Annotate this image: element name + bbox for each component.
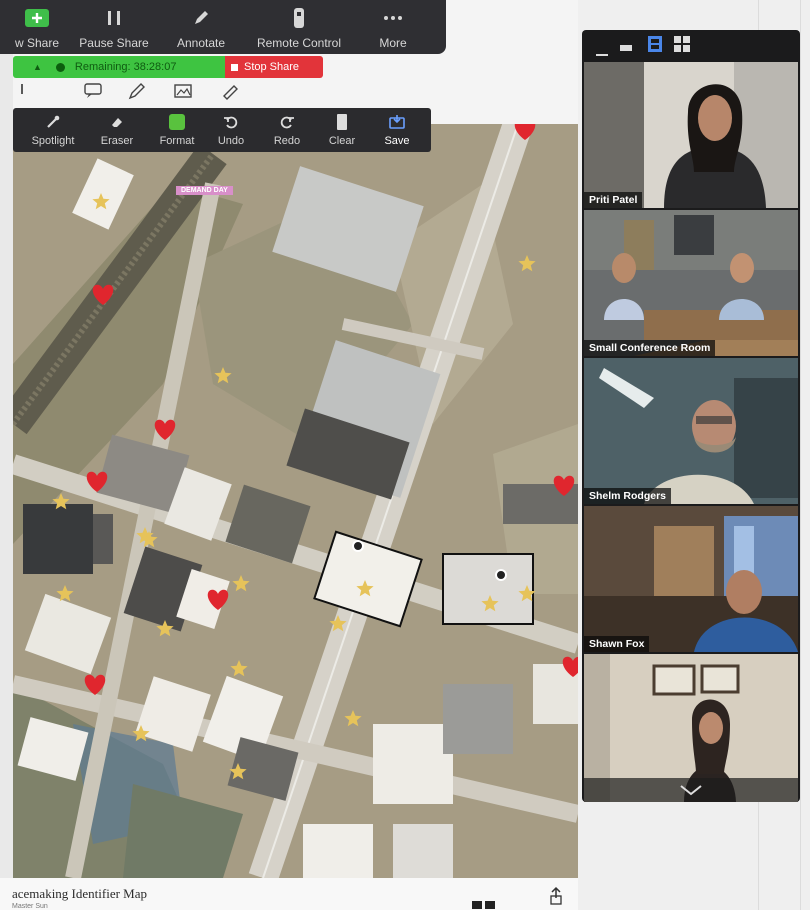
- annotate-button[interactable]: Annotate: [162, 0, 240, 50]
- aerial-map[interactable]: DEMAND DAY: [13, 124, 578, 878]
- speaker-view-icon[interactable]: [648, 36, 662, 57]
- map-label-tag: DEMAND DAY: [176, 186, 233, 195]
- save-button[interactable]: Save: [375, 112, 419, 147]
- participant-tile[interactable]: Priti Patel: [584, 62, 798, 208]
- eraser-icon: [109, 112, 125, 132]
- spotlight-label: Spotlight: [31, 135, 75, 147]
- pause-icon: [104, 5, 124, 31]
- share-status-row: ▲ Remaining: 38:28:07 Stop Share: [13, 56, 323, 78]
- recording-dot-icon: [55, 62, 65, 72]
- stop-share-button[interactable]: Stop Share: [225, 56, 323, 78]
- map-pin-icon: [352, 540, 364, 552]
- save-icon: [388, 112, 406, 132]
- format-label: Format: [159, 135, 195, 147]
- image-edit-icon[interactable]: [173, 82, 195, 105]
- more-dots-icon: [382, 5, 404, 31]
- markup-icon[interactable]: [220, 82, 240, 105]
- save-label: Save: [384, 135, 410, 147]
- annotation-toolbar: Spotlight Eraser Format Undo Redo Clear …: [13, 108, 431, 152]
- gallery-view-icon[interactable]: [674, 36, 690, 57]
- participant-tile[interactable]: [584, 654, 798, 802]
- draw-pen-icon[interactable]: [127, 82, 147, 105]
- map-pin-icon: [495, 569, 507, 581]
- remote-control-icon: [291, 5, 307, 31]
- eraser-button[interactable]: Eraser: [93, 112, 141, 147]
- video-gallery-panel: Priti Patel Small Conference Room Shelm …: [582, 30, 800, 802]
- redo-label: Redo: [273, 135, 301, 147]
- redo-button[interactable]: Redo: [265, 112, 309, 147]
- new-share-label: w Share: [14, 36, 60, 50]
- remaining-text: Remaining: 38:28:07: [74, 61, 177, 73]
- pause-share-label: Pause Share: [79, 36, 149, 50]
- layout-icon[interactable]: [472, 896, 502, 910]
- participant-name: Shawn Fox: [584, 636, 650, 652]
- format-icon: [168, 112, 186, 132]
- clear-icon: [335, 112, 349, 132]
- comment-icon[interactable]: [83, 82, 103, 103]
- clear-button[interactable]: Clear: [320, 112, 364, 147]
- stop-square-icon: [231, 63, 238, 71]
- pencil-icon: [191, 5, 211, 31]
- footer-tools: [472, 886, 572, 910]
- eraser-label: Eraser: [100, 135, 134, 147]
- map-label-tag-text: DEMAND DAY: [181, 187, 228, 194]
- format-button[interactable]: Format: [151, 112, 203, 147]
- participant-name: Shelm Rodgers: [584, 488, 672, 504]
- undo-label: Undo: [217, 135, 245, 147]
- stop-share-label: Stop Share: [244, 61, 300, 73]
- remote-control-label: Remote Control: [256, 36, 342, 50]
- document-tools-row: [15, 78, 435, 106]
- clear-label: Clear: [328, 135, 356, 147]
- document-subtitle: Master Sun: [12, 903, 48, 910]
- spotlight-button[interactable]: Spotlight: [25, 112, 81, 147]
- participant-name: Small Conference Room: [584, 340, 716, 356]
- undo-button[interactable]: Undo: [208, 112, 254, 147]
- participant-tile[interactable]: Shelm Rodgers: [584, 358, 798, 504]
- participant-tile[interactable]: Small Conference Room: [584, 210, 798, 356]
- more-button[interactable]: More: [358, 0, 428, 50]
- new-share-icon: [24, 5, 50, 31]
- collapse-icon: ▲: [33, 62, 42, 72]
- document-title: acemaking Identifier Map: [12, 886, 147, 901]
- more-label: More: [379, 36, 407, 50]
- remote-control-button[interactable]: Remote Control: [240, 0, 358, 50]
- document-left-margin: [0, 0, 13, 910]
- export-icon[interactable]: [548, 886, 564, 910]
- spotlight-icon: [45, 112, 61, 132]
- pause-share-button[interactable]: Pause Share: [66, 0, 162, 50]
- minimize-icon[interactable]: [596, 44, 608, 62]
- thumbnail-view-icon[interactable]: [620, 40, 632, 58]
- participant-tile[interactable]: Shawn Fox: [584, 506, 798, 652]
- remaining-time-pill[interactable]: ▲ Remaining: 38:28:07: [13, 56, 225, 78]
- annotate-label: Annotate: [176, 36, 226, 50]
- new-share-button[interactable]: w Share: [8, 0, 66, 50]
- arrow-back-icon[interactable]: [20, 82, 30, 101]
- gallery-controls: [582, 30, 800, 60]
- undo-icon: [223, 112, 239, 132]
- share-toolbar: w Share Pause Share Annotate Remote Cont…: [0, 0, 446, 54]
- document-footer: acemaking Identifier Map Master Sun: [0, 878, 578, 910]
- redo-icon: [279, 112, 295, 132]
- participant-name: Priti Patel: [584, 192, 643, 208]
